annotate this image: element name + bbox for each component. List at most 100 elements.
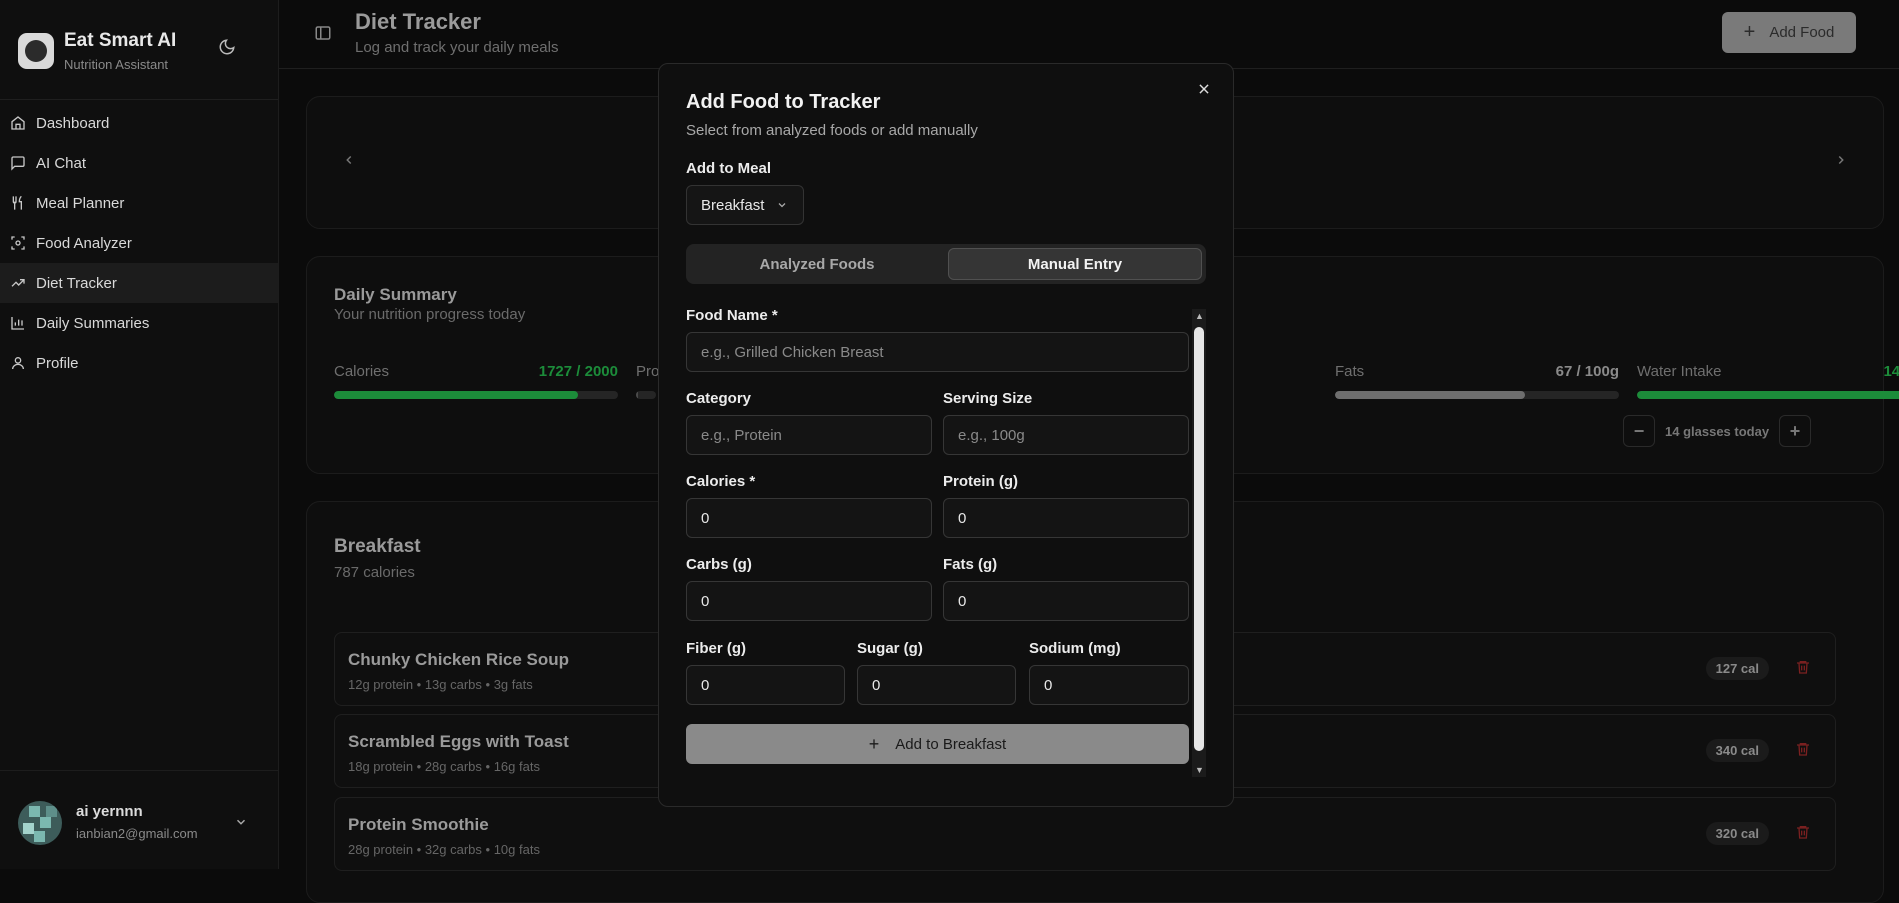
fats-input[interactable] xyxy=(943,581,1189,621)
bar-chart-icon xyxy=(10,315,26,331)
sidebar-divider xyxy=(0,99,278,100)
sugar-input[interactable] xyxy=(857,665,1016,705)
water-decrement-button[interactable]: − xyxy=(1623,415,1655,447)
add-food-button[interactable]: + Add Food xyxy=(1722,12,1856,53)
chevron-down-icon[interactable] xyxy=(234,815,248,829)
protein-input[interactable] xyxy=(943,498,1189,538)
sidebar-item-meal-planner[interactable]: Meal Planner xyxy=(0,183,278,223)
sidebar-item-label: Meal Planner xyxy=(36,194,125,212)
serving-size-input[interactable] xyxy=(943,415,1189,455)
food-name: Chunky Chicken Rice Soup xyxy=(348,650,570,669)
trash-icon[interactable] xyxy=(1795,741,1811,757)
food-macros: 28g protein • 32g carbs • 10g fats xyxy=(348,842,540,857)
chevron-left-icon[interactable] xyxy=(342,153,356,167)
sidebar-item-profile[interactable]: Profile xyxy=(0,343,278,383)
metric-calories: Calories 1727 / 2000 xyxy=(334,363,618,399)
scan-icon xyxy=(10,235,26,251)
add-food-label: Add Food xyxy=(1769,24,1835,41)
calories-input[interactable] xyxy=(686,498,932,538)
summary-title: Daily Summary xyxy=(334,285,457,304)
carbs-label: Carbs (g) xyxy=(686,556,752,573)
brand[interactable]: Eat Smart AI Nutrition Assistant xyxy=(18,30,176,72)
calorie-badge: 127 cal xyxy=(1705,657,1769,680)
trending-up-icon xyxy=(10,275,26,291)
sidebar-item-daily-summaries[interactable]: Daily Summaries xyxy=(0,303,278,343)
sidebar-item-diet-tracker[interactable]: Diet Tracker xyxy=(0,263,278,303)
page-header: Diet Tracker Log and track your daily me… xyxy=(279,0,1899,69)
meal-select[interactable]: Breakfast xyxy=(686,185,804,225)
submit-label: Add to Breakfast xyxy=(895,735,1007,753)
user-menu[interactable]: ai yernnn ianbian2@gmail.com xyxy=(0,770,278,869)
meal-title: Breakfast xyxy=(334,536,421,557)
food-name: Protein Smoothie xyxy=(348,815,489,834)
page-subtitle: Log and track your daily meals xyxy=(355,39,559,56)
metric-protein: Pro xyxy=(636,363,659,399)
sidebar: Eat Smart AI Nutrition Assistant Dashboa… xyxy=(0,0,279,869)
fats-label: Fats (g) xyxy=(943,556,998,573)
modal-title: Add Food to Tracker xyxy=(686,91,881,113)
fiber-input[interactable] xyxy=(686,665,845,705)
scroll-down-icon[interactable]: ▼ xyxy=(1195,765,1204,775)
user-icon xyxy=(10,355,26,371)
sodium-input[interactable] xyxy=(1029,665,1189,705)
add-to-breakfast-button[interactable]: + Add to Breakfast xyxy=(686,724,1189,764)
tab-analyzed-foods[interactable]: Analyzed Foods xyxy=(690,248,944,280)
water-controls: − 14 glasses today + xyxy=(1623,415,1812,447)
sidebar-item-food-analyzer[interactable]: Food Analyzer xyxy=(0,223,278,263)
progress-bar xyxy=(1335,391,1619,399)
scrollbar-thumb[interactable] xyxy=(1194,327,1204,751)
progress-bar xyxy=(1637,391,1899,399)
entry-tabs: Analyzed Foods Manual Entry xyxy=(686,244,1206,284)
add-food-modal: Add Food to Tracker Select from analyzed… xyxy=(658,63,1234,807)
brand-title: Eat Smart AI xyxy=(64,30,177,51)
chat-icon xyxy=(10,155,26,171)
food-item[interactable]: Protein Smoothie 28g protein • 32g carbs… xyxy=(334,797,1836,871)
food-name-input[interactable] xyxy=(686,332,1189,372)
water-increment-button[interactable]: + xyxy=(1779,415,1812,447)
sidebar-item-ai-chat[interactable]: AI Chat xyxy=(0,143,278,183)
home-icon xyxy=(10,115,26,131)
sugar-label: Sugar (g) xyxy=(857,640,923,657)
close-icon[interactable] xyxy=(1197,82,1211,96)
sidebar-item-label: AI Chat xyxy=(36,154,87,172)
modal-subtitle: Select from analyzed foods or add manual… xyxy=(686,122,978,139)
user-name: ai yernnn xyxy=(76,803,143,820)
meal-calories: 787 calories xyxy=(334,564,415,581)
tab-manual-entry[interactable]: Manual Entry xyxy=(948,248,1202,280)
food-macros: 18g protein • 28g carbs • 16g fats xyxy=(348,759,540,774)
trash-icon[interactable] xyxy=(1795,659,1811,675)
progress-bar xyxy=(334,391,618,399)
calorie-badge: 340 cal xyxy=(1705,739,1769,762)
carbs-input[interactable] xyxy=(686,581,932,621)
plus-icon: + xyxy=(1743,21,1756,43)
scroll-up-icon[interactable]: ▲ xyxy=(1195,311,1204,321)
app-logo xyxy=(18,33,54,69)
brand-subtitle: Nutrition Assistant xyxy=(64,57,169,72)
avatar xyxy=(18,801,62,845)
metric-label: Fats xyxy=(1335,363,1365,380)
food-macros: 12g protein • 13g carbs • 3g fats xyxy=(348,677,533,692)
trash-icon[interactable] xyxy=(1795,824,1811,840)
metric-fats: Fats 67 / 100g xyxy=(1335,363,1619,399)
water-count: 14 glasses today xyxy=(1665,423,1770,439)
sidebar-item-label: Daily Summaries xyxy=(36,314,150,332)
metric-label: Calories xyxy=(334,363,390,380)
sidebar-nav: Dashboard AI Chat Meal Planner Food Anal… xyxy=(0,103,278,383)
user-email: ianbian2@gmail.com xyxy=(76,826,198,841)
category-input[interactable] xyxy=(686,415,932,455)
sidebar-toggle-icon[interactable] xyxy=(314,24,332,42)
meal-select-value: Breakfast xyxy=(701,196,765,214)
moon-icon[interactable] xyxy=(218,38,236,56)
modal-scrollbar[interactable]: ▲ ▼ xyxy=(1192,309,1206,777)
metric-value: 67 / 100g xyxy=(1555,363,1619,380)
summary-subtitle: Your nutrition progress today xyxy=(334,306,526,323)
food-name-label: Food Name * xyxy=(686,307,778,324)
sidebar-item-dashboard[interactable]: Dashboard xyxy=(0,103,278,143)
calorie-badge: 320 cal xyxy=(1705,822,1769,845)
metric-value: 1727 / 2000 xyxy=(538,363,618,380)
protein-label: Protein (g) xyxy=(943,473,1018,490)
chevron-down-icon xyxy=(776,199,788,211)
chevron-right-icon[interactable] xyxy=(1834,153,1848,167)
sidebar-item-label: Profile xyxy=(36,354,79,372)
fiber-label: Fiber (g) xyxy=(686,640,746,657)
